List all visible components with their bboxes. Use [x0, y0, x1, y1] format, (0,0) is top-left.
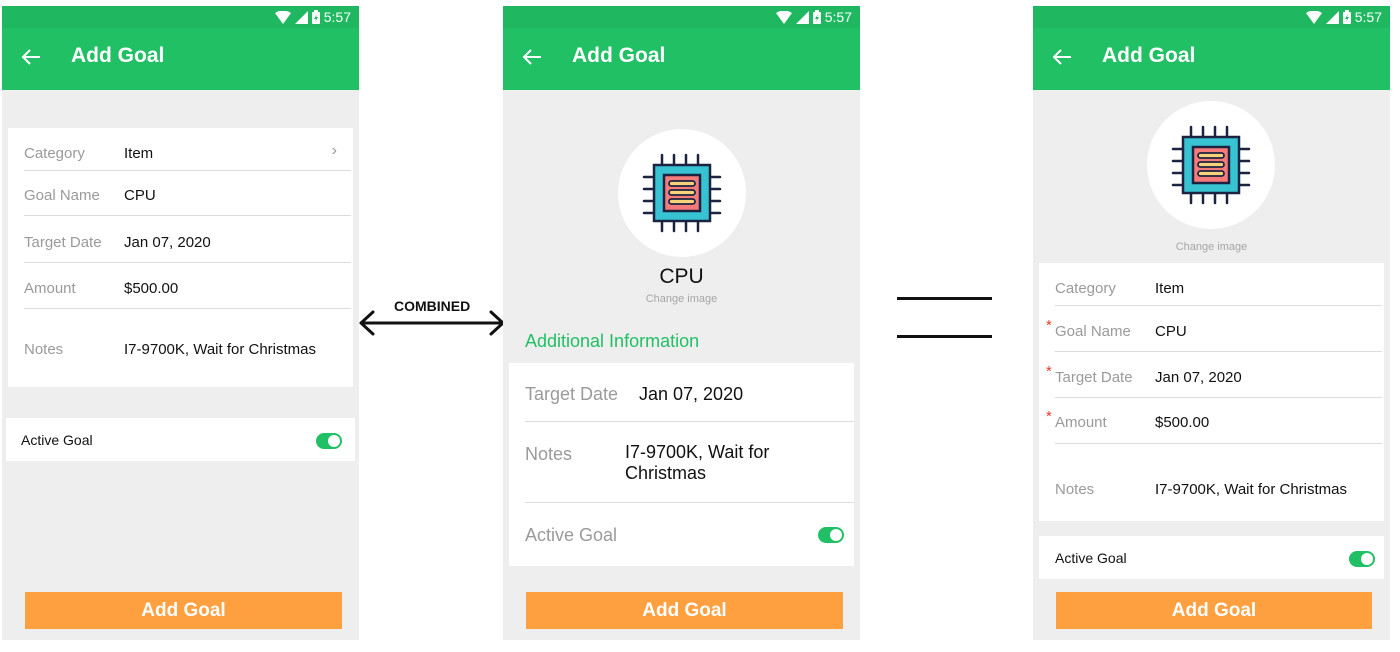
goal-form-card: Category Item › Goal Name CPU Target Dat…: [8, 128, 353, 387]
notes-label: Notes: [24, 341, 64, 358]
change-image-link[interactable]: Change image: [503, 293, 860, 305]
amount-field[interactable]: $500.00: [124, 280, 178, 297]
target-date-field[interactable]: Jan 07, 2020: [639, 384, 743, 405]
chevron-right-icon: ›: [331, 142, 337, 159]
target-date-label: * Target Date: [1046, 363, 1133, 386]
target-date-row[interactable]: * Target Date Jan 07, 2020: [1046, 352, 1382, 398]
active-goal-label: Active Goal: [525, 525, 618, 545]
arrow-left-icon[interactable]: [521, 46, 543, 68]
goal-image[interactable]: [1147, 101, 1275, 229]
goal-name-label-text: Goal Name: [1055, 323, 1131, 340]
status-bar: 5:57: [503, 6, 860, 28]
phone-screen-combined: 5:57 Add Goal CPU Change image Additiona…: [503, 6, 860, 640]
status-time: 5:57: [824, 9, 852, 25]
amount-label-text: Amount: [1055, 414, 1107, 431]
signal-icon: [795, 10, 809, 24]
goal-name-heading: CPU: [659, 265, 704, 288]
notes-field[interactable]: I7-9700K, Wait for Christmas: [1155, 481, 1347, 498]
goal-form-card: Category Item * Goal Name CPU * Target D…: [1039, 263, 1384, 521]
wifi-icon: [274, 10, 291, 24]
target-date-field[interactable]: Jan 07, 2020: [124, 234, 211, 251]
combined-label: COMBINED: [394, 298, 471, 314]
active-goal-toggle[interactable]: [1349, 551, 1375, 567]
required-mark: *: [1046, 408, 1052, 425]
active-goal-toggle[interactable]: [818, 527, 844, 543]
change-image-link[interactable]: Change image: [1033, 241, 1390, 253]
required-mark: *: [1046, 363, 1052, 380]
status-time: 5:57: [1354, 9, 1382, 25]
category-value: Item: [1155, 280, 1185, 297]
wifi-icon: [775, 10, 792, 24]
notes-row[interactable]: Notes I7-9700K, Wait for Christmas: [1055, 444, 1382, 521]
amount-label: * Amount: [1046, 408, 1107, 431]
category-row[interactable]: Category Item ›: [24, 128, 351, 171]
app-bar: Add Goal: [503, 28, 860, 90]
target-date-label: Target Date: [24, 234, 102, 251]
status-bar: 5:57: [2, 6, 359, 28]
goal-name-row[interactable]: * Goal Name CPU: [1046, 306, 1382, 352]
notes-row[interactable]: Notes I7-9700K, Wait for Christmas: [525, 422, 854, 503]
app-bar: Add Goal: [2, 28, 359, 90]
phone-screen-result: 5:57 Add Goal Change image Category Item…: [1033, 6, 1390, 640]
page-title: Add Goal: [572, 44, 666, 67]
target-date-label-text: Target Date: [1055, 369, 1133, 386]
battery-icon: [812, 10, 821, 24]
cpu-chip-icon: [1171, 125, 1251, 205]
active-goal-toggle[interactable]: [316, 433, 342, 449]
goal-name-field[interactable]: CPU: [1155, 323, 1187, 340]
goal-image[interactable]: [618, 129, 746, 257]
amount-row[interactable]: Amount $500.00: [24, 263, 351, 309]
goal-name-label: * Goal Name: [1046, 317, 1131, 340]
notes-label: Notes: [525, 444, 573, 464]
active-goal-label: Active Goal: [1055, 550, 1127, 566]
equals-sign-top: [897, 297, 992, 300]
amount-row[interactable]: * Amount $500.00: [1046, 398, 1382, 444]
notes-field[interactable]: I7-9700K, Wait for Christmas: [124, 341, 316, 358]
signal-icon: [294, 10, 308, 24]
target-date-row[interactable]: Target Date Jan 07, 2020: [24, 216, 351, 263]
page-title: Add Goal: [1102, 44, 1196, 67]
additional-info-card: Target Date Jan 07, 2020 Notes I7-9700K,…: [509, 363, 854, 566]
equals-sign-bottom: [897, 335, 992, 338]
required-mark: *: [1046, 317, 1052, 334]
notes-label: Notes: [1055, 481, 1095, 498]
add-goal-button[interactable]: Add Goal: [25, 592, 342, 629]
app-bar: Add Goal: [1033, 28, 1390, 90]
arrow-left-icon[interactable]: [1051, 46, 1073, 68]
category-label: Category: [24, 145, 85, 162]
category-label: Category: [1055, 280, 1116, 297]
target-date-row[interactable]: Target Date Jan 07, 2020: [525, 363, 854, 422]
active-goal-card: Active Goal: [1039, 536, 1384, 579]
active-goal-card: Active Goal: [6, 418, 355, 461]
amount-field[interactable]: $500.00: [1155, 414, 1209, 431]
phone-screen-original: 5:57 Add Goal Category Item › Goal Name …: [2, 6, 359, 640]
add-goal-button[interactable]: Add Goal: [526, 592, 843, 629]
target-date-field[interactable]: Jan 07, 2020: [1155, 369, 1242, 386]
category-row[interactable]: Category Item: [1055, 263, 1382, 306]
goal-name-label: Goal Name: [24, 187, 100, 204]
page-title: Add Goal: [71, 44, 165, 67]
category-value: Item: [124, 145, 154, 162]
signal-icon: [1325, 10, 1339, 24]
add-goal-button[interactable]: Add Goal: [1056, 592, 1372, 629]
status-bar: 5:57: [1033, 6, 1390, 28]
notes-field[interactable]: I7-9700K, Wait for Christmas: [625, 442, 825, 484]
active-goal-label: Active Goal: [21, 432, 93, 448]
target-date-label: Target Date: [525, 384, 619, 404]
arrow-left-icon[interactable]: [20, 46, 42, 68]
active-goal-row: Active Goal: [525, 503, 854, 566]
battery-icon: [311, 10, 320, 24]
goal-name-field[interactable]: CPU: [124, 187, 156, 204]
amount-label: Amount: [24, 280, 76, 297]
cpu-chip-icon: [642, 153, 722, 233]
status-time: 5:57: [323, 9, 351, 25]
wifi-icon: [1305, 10, 1322, 24]
battery-icon: [1342, 10, 1351, 24]
notes-row[interactable]: Notes I7-9700K, Wait for Christmas: [24, 309, 351, 387]
goal-name-row[interactable]: Goal Name CPU: [24, 171, 351, 216]
section-title: Additional Information: [525, 331, 700, 351]
